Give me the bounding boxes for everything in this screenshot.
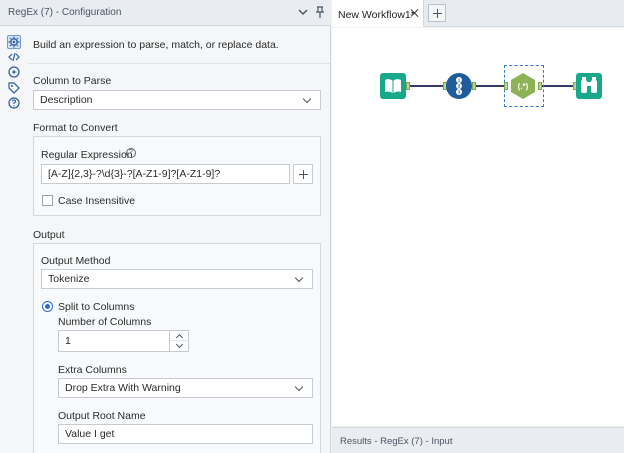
output-root-name-value: Value I get [65,428,115,440]
workflow-tab-strip: New Workflow1* [332,0,624,27]
configuration-body: Build an expression to parse, match, or … [28,26,330,453]
extra-columns-label: Extra Columns [58,364,127,376]
regular-expression-input[interactable]: [A-Z]{2,3}-?\d{3}-?[A-Z1-9]?[A-Z1-9]? [41,164,290,184]
pin-icon[interactable] [313,5,327,19]
output-method-label: Output Method [41,255,111,267]
regular-expression-value: [A-Z]{2,3}-?\d{3}-?[A-Z1-9]?[A-Z1-9]? [48,168,221,180]
format-to-convert-label: Format to Convert [33,122,118,134]
stepper-down-icon[interactable] [170,341,188,351]
insert-token-button[interactable] [293,164,313,184]
output-group: Output Method Tokenize Split to Columns … [33,243,321,453]
results-label: Results - RegEx (7) - Input [340,436,453,447]
svg-text:(.*): (.*) [518,82,529,91]
output-anchor[interactable] [406,82,410,90]
divider [28,63,330,64]
column-to-parse-value: Description [40,94,93,106]
connector-line [472,85,504,87]
split-to-columns-radio[interactable] [42,301,53,312]
format-to-convert-group: Regular Expression ? [A-Z]{2,3}-?\d{3}-?… [33,136,321,216]
column-to-parse-label: Column to Parse [33,75,112,87]
chevron-down-icon [295,379,305,397]
number-of-columns-value: 1 [65,335,71,347]
new-tab-button[interactable] [428,4,446,22]
regular-expression-label: Regular Expression [41,149,133,161]
browse-tool-icon[interactable] [576,73,602,99]
number-of-columns-label: Number of Columns [58,316,152,328]
extra-columns-value: Drop Extra With Warning [65,382,181,394]
chevron-down-icon [295,270,305,288]
gear-icon[interactable] [7,35,21,49]
output-label: Output [33,229,65,241]
output-method-value: Tokenize [48,273,90,285]
tab-label: New Workflow1* [338,9,415,21]
close-icon[interactable] [410,8,420,18]
number-of-columns-input[interactable]: 1 [58,330,170,352]
output-method-dropdown[interactable]: Tokenize [41,269,313,289]
tag-icon[interactable] [7,82,21,96]
split-to-columns-label: Split to Columns [58,301,135,313]
column-to-parse-dropdown[interactable]: Description [33,90,321,110]
output-root-name-input[interactable]: Value I get [58,424,313,444]
annotation-icon[interactable] [7,66,21,80]
case-insensitive-label: Case Insensitive [58,195,136,207]
output-anchor[interactable] [538,82,542,90]
connector-line [406,85,446,87]
input-anchor[interactable] [504,82,508,90]
input-data-tool-icon[interactable] [380,73,406,99]
chevron-down-icon [303,91,313,109]
case-insensitive-checkbox[interactable] [42,195,53,206]
configuration-rail [0,26,28,453]
configuration-title: RegEx (7) - Configuration [8,7,122,18]
results-bar[interactable]: Results - RegEx (7) - Input [332,427,624,453]
extra-columns-dropdown[interactable]: Drop Extra With Warning [58,378,313,398]
output-root-name-label: Output Root Name [58,410,146,422]
configuration-header: RegEx (7) - Configuration [0,0,331,26]
help-icon[interactable] [7,97,21,111]
collapse-chevron-icon[interactable] [296,5,310,19]
workflow-canvas[interactable]: 1 2 3 (.*) [332,28,624,426]
question-mark-icon[interactable]: ? [126,148,136,158]
tool-description: Build an expression to parse, match, or … [33,39,279,51]
code-icon[interactable] [7,51,21,65]
configuration-panel: RegEx (7) - Configuration Build an expre… [0,0,331,453]
record-id-tool-icon[interactable]: 1 2 3 [446,73,472,99]
number-of-columns-stepper[interactable] [169,330,189,352]
regex-tool-icon[interactable]: (.*) [510,73,536,99]
output-anchor[interactable] [472,82,476,90]
tab-new-workflow1[interactable]: New Workflow1* [332,0,424,27]
